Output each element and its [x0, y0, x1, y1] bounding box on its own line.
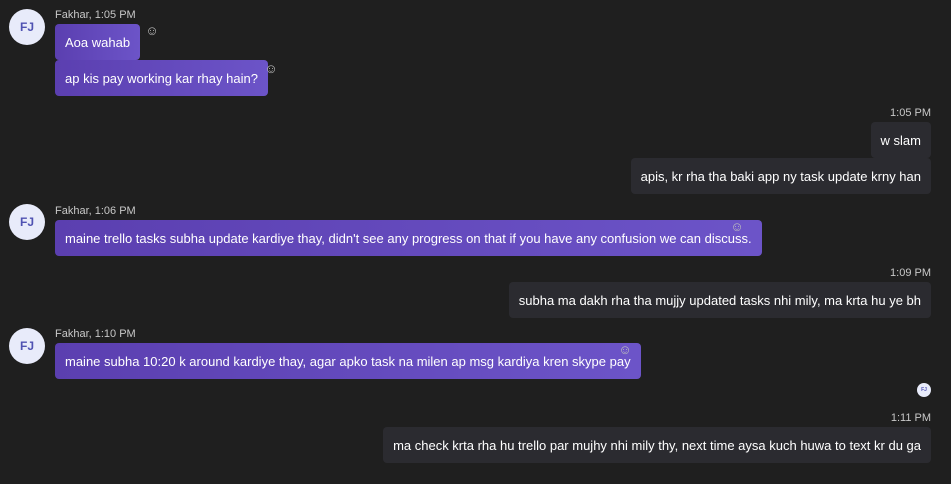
incoming-message[interactable]: Aoa wahab [55, 24, 141, 60]
incoming-message[interactable]: ap kis pay working kar rhay hain? [55, 60, 268, 96]
outgoing-message[interactable]: ma check krta rha hu trello par mujhy nh… [383, 427, 931, 463]
outgoing-message[interactable]: subha ma dakh rha tha mujjy updated task… [508, 282, 931, 318]
react-icon[interactable]: ☺ [730, 220, 744, 234]
message-meta: 1:05 PM [890, 107, 931, 119]
message-meta: Fakhar, 1:05 PM [55, 9, 136, 21]
message-meta: Fakhar, 1:10 PM [55, 328, 136, 340]
read-receipt-avatar: FJ [917, 383, 931, 397]
message-meta: Fakhar, 1:06 PM [55, 205, 136, 217]
message-meta: 1:11 PM [890, 412, 931, 424]
chat-thread: FJ Fakhar, 1:05 PM Aoa wahab ☺ ap kis pa… [0, 0, 951, 484]
message-meta: 1:09 PM [890, 267, 931, 279]
avatar[interactable]: FJ [9, 204, 45, 240]
outgoing-message[interactable]: w slam [870, 122, 931, 158]
incoming-message[interactable]: maine subha 10:20 k around kardiye thay,… [55, 343, 641, 379]
avatar[interactable]: FJ [9, 9, 45, 45]
avatar[interactable]: FJ [9, 328, 45, 364]
outgoing-message[interactable]: apis, kr rha tha baki app ny task update… [630, 158, 931, 194]
react-icon[interactable]: ☺ [618, 343, 632, 357]
react-icon[interactable]: ☺ [145, 24, 159, 38]
react-icon[interactable]: ☺ [264, 62, 278, 76]
incoming-message[interactable]: maine trello tasks subha update kardiye … [55, 220, 762, 256]
